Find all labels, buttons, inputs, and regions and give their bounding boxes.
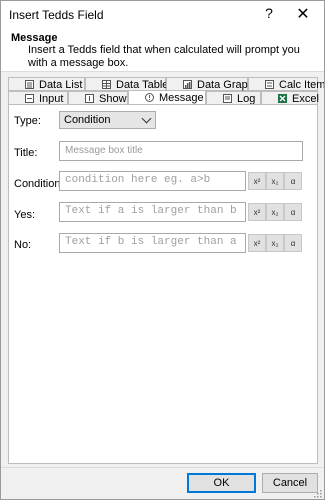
chevron-down-icon [141,113,152,124]
tab-log[interactable]: Log [206,91,261,105]
window-title: Insert Tedds Field [9,8,104,22]
symbol-button[interactable]: α [284,203,302,221]
cancel-button[interactable]: Cancel [262,473,318,493]
title-label: Title: [14,147,38,159]
no-label: No: [14,239,32,251]
calc-icon [265,80,274,89]
yes-input[interactable]: Text if a is larger than b [59,202,246,222]
tab-label: Data List [39,79,83,91]
tab-calc-item[interactable]: Calc Item [248,77,324,91]
type-select-value: Condition [64,114,111,126]
dialog-header: Message Insert a Tedds field that when c… [1,29,324,72]
symbol-button[interactable]: α [284,234,302,252]
subscript-button[interactable]: x₂ [266,203,284,221]
help-button[interactable]: ? [262,5,276,21]
tab-message[interactable]: Message [128,90,206,105]
tab-data-list[interactable]: Data List [8,77,85,91]
no-input[interactable]: Text if b is larger than a [59,233,246,253]
dialog-footer: OK Cancel [1,467,324,499]
ok-button[interactable]: OK [187,473,256,493]
input-icon [25,94,34,103]
message-icon [145,93,154,102]
insert-tedds-field-dialog: Insert Tedds Field ? ✕ Message Insert a … [0,0,325,500]
graph-icon [183,80,192,89]
show-icon [85,94,94,103]
close-button[interactable]: ✕ [294,4,312,24]
superscript-button[interactable]: x² [248,234,266,252]
type-label: Type: [14,115,41,127]
title-input[interactable]: Message box title [59,141,303,161]
tab-data-graph[interactable]: Data Graph [166,77,254,91]
header-title: Message [11,32,58,44]
table-icon [102,80,111,89]
type-select[interactable]: Condition [59,111,156,129]
excel-icon [278,94,287,103]
list-icon [25,80,34,89]
tab-input[interactable]: Input [8,91,68,105]
title-bar: Insert Tedds Field ? ✕ [1,1,324,29]
yes-label: Yes: [14,209,36,221]
tab-label: Calc Item [279,79,325,91]
title-placeholder: Message box title [65,145,143,156]
tab-data-table[interactable]: Data Table [85,77,168,91]
condition-placeholder: condition here eg. a>b [65,174,211,186]
tab-show[interactable]: Show [68,91,128,105]
tab-excel[interactable]: Excel [261,91,319,105]
resize-grip-icon[interactable] [314,490,322,498]
no-placeholder: Text if b is larger than a [65,236,237,248]
header-description: Insert a Tedds field that when calculate… [28,44,300,69]
symbol-button[interactable]: α [284,172,302,190]
yes-placeholder: Text if a is larger than b [65,205,237,217]
subscript-button[interactable]: x₂ [266,172,284,190]
log-icon [223,94,232,103]
subscript-button[interactable]: x₂ [266,234,284,252]
superscript-button[interactable]: x² [248,203,266,221]
superscript-button[interactable]: x² [248,172,266,190]
condition-input[interactable]: condition here eg. a>b [59,171,246,191]
condition-label: Condition: [14,178,64,190]
tab-label: Message [159,92,204,104]
